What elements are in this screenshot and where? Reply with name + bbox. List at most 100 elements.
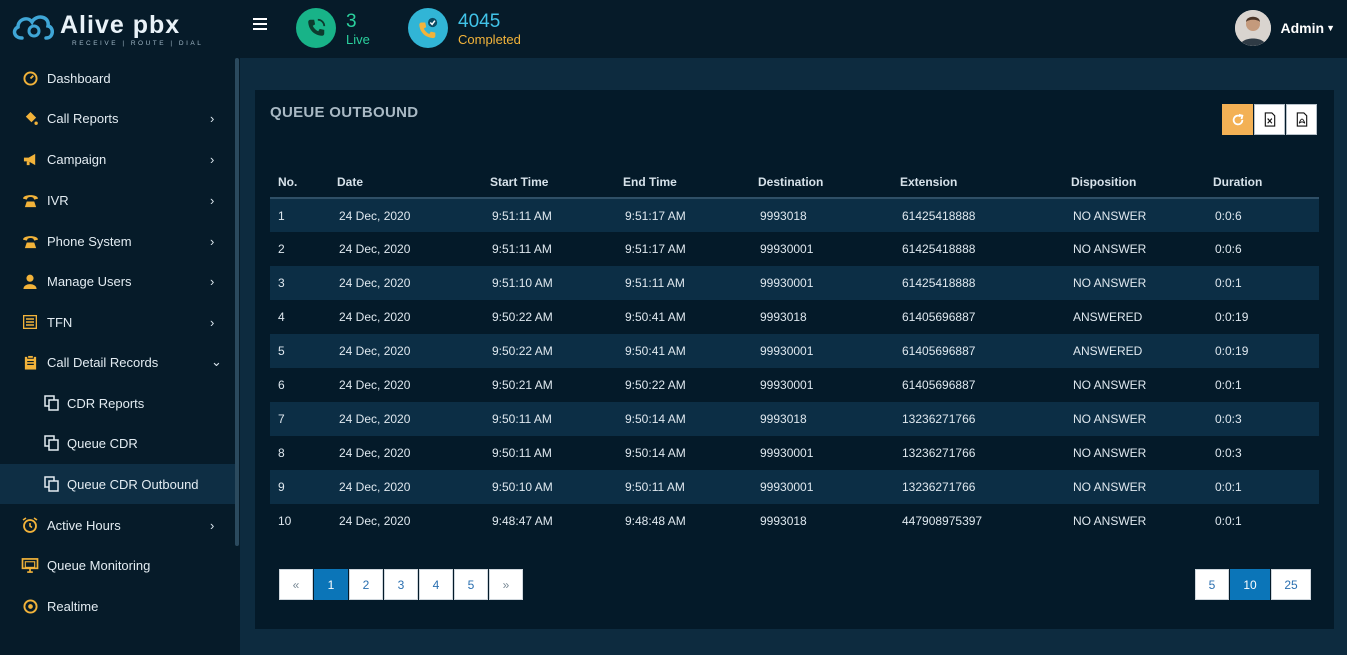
- sidebar-item-tfn[interactable]: TFN ›: [0, 302, 235, 342]
- sidebar-item-ivr[interactable]: IVR ›: [0, 180, 235, 220]
- pagination: « 1 2 3 4 5 »: [279, 569, 524, 600]
- completed-label: Completed: [458, 32, 521, 47]
- cell-duration: 0:0:3: [1205, 402, 1319, 436]
- page-size-25-button[interactable]: 25: [1271, 569, 1311, 600]
- sidebar-item-call-reports[interactable]: Call Reports ›: [0, 98, 235, 138]
- cell-destination: 99930001: [750, 368, 892, 402]
- cell-extension: 61425418888: [892, 232, 1063, 266]
- refresh-icon: [1232, 113, 1243, 125]
- cell-disposition: NO ANSWER: [1063, 470, 1205, 504]
- page-button-1[interactable]: 1: [314, 569, 348, 600]
- refresh-button[interactable]: [1222, 104, 1253, 135]
- column-header-no[interactable]: No.: [270, 166, 329, 199]
- cell-disposition: NO ANSWER: [1063, 368, 1205, 402]
- completed-count: 4045: [458, 11, 501, 32]
- cell-duration: 0:0:1: [1205, 266, 1319, 300]
- avatar: [1234, 10, 1271, 46]
- menu-toggle-icon[interactable]: [253, 18, 271, 36]
- page-title: QUEUE OUTBOUND: [270, 104, 419, 121]
- cell-destination: 9993018: [750, 198, 892, 232]
- cell-no: 4: [270, 300, 329, 334]
- sidebar-scrollbar[interactable]: [235, 58, 239, 546]
- sidebar-item-cdr-reports[interactable]: CDR Reports: [0, 383, 235, 423]
- column-header-start-time[interactable]: Start Time: [482, 166, 615, 199]
- table-row: 4 24 Dec, 2020 9:50:22 AM 9:50:41 AM 9993018…: [270, 300, 1319, 334]
- cell-date: 24 Dec, 2020: [329, 436, 482, 470]
- brand-name-part1: Alive: [60, 11, 125, 39]
- cell-date: 24 Dec, 2020: [329, 198, 482, 232]
- sidebar-item-call-detail-records[interactable]: Call Detail Records ⌄: [0, 342, 235, 382]
- cell-duration: 0:0:1: [1205, 504, 1319, 538]
- sidebar-item-label: Queue Monitoring: [47, 557, 151, 573]
- page-button-3[interactable]: 3: [384, 569, 418, 600]
- cell-no: 3: [270, 266, 329, 300]
- queue-outbound-table: No. Date Start Time End Time Destination…: [270, 166, 1319, 538]
- cell-start-time: 9:50:22 AM: [482, 334, 615, 368]
- sidebar-item-campaign[interactable]: Campaign ›: [0, 139, 235, 179]
- page-button-2[interactable]: 2: [349, 569, 383, 600]
- cell-disposition: ANSWERED: [1063, 334, 1205, 368]
- table-row: 10 24 Dec, 2020 9:48:47 AM 9:48:48 AM 999301…: [270, 504, 1319, 538]
- brand-logo[interactable]: Alive pbx RECEIVE | ROUTE | DIAL: [10, 8, 240, 50]
- pagination-next-button[interactable]: »: [489, 569, 523, 600]
- cell-end-time: 9:50:14 AM: [615, 436, 750, 470]
- column-header-disposition[interactable]: Disposition: [1063, 166, 1205, 199]
- cell-start-time: 9:51:11 AM: [482, 232, 615, 266]
- sidebar-item-active-hours[interactable]: Active Hours ›: [0, 505, 235, 545]
- page-size-5-button[interactable]: 5: [1195, 569, 1229, 600]
- export-excel-button[interactable]: [1254, 104, 1285, 135]
- cell-start-time: 9:50:21 AM: [482, 368, 615, 402]
- cell-extension: 61425418888: [892, 198, 1063, 232]
- cell-destination: 9993018: [750, 402, 892, 436]
- chevron-right-icon: ›: [210, 192, 215, 208]
- column-header-destination[interactable]: Destination: [750, 166, 892, 199]
- sidebar-item-label: Active Hours: [47, 517, 121, 533]
- page-size-10-button[interactable]: 10: [1230, 569, 1270, 600]
- table-row: 9 24 Dec, 2020 9:50:10 AM 9:50:11 AM 9993000…: [270, 470, 1319, 504]
- page-button-4[interactable]: 4: [419, 569, 453, 600]
- table-row: 2 24 Dec, 2020 9:51:11 AM 9:51:17 AM 9993000…: [270, 232, 1319, 266]
- export-pdf-button[interactable]: [1286, 104, 1317, 135]
- cell-no: 8: [270, 436, 329, 470]
- column-header-date[interactable]: Date: [329, 166, 482, 199]
- cell-no: 2: [270, 232, 329, 266]
- list-icon: [21, 313, 39, 331]
- sidebar-item-label: IVR: [47, 192, 69, 208]
- sidebar-item-label: Campaign: [47, 151, 107, 167]
- copy-icon: [42, 475, 60, 493]
- cell-no: 6: [270, 368, 329, 402]
- cell-disposition: ANSWERED: [1063, 300, 1205, 334]
- sidebar-item-dashboard[interactable]: Dashboard: [0, 58, 235, 98]
- table-row: 8 24 Dec, 2020 9:50:11 AM 9:50:14 AM 9993000…: [270, 436, 1319, 470]
- page-button-5[interactable]: 5: [454, 569, 488, 600]
- sidebar-item-queue-monitoring[interactable]: Queue Monitoring: [0, 545, 235, 585]
- sidebar-item-manage-users[interactable]: Manage Users ›: [0, 261, 235, 301]
- column-header-end-time[interactable]: End Time: [615, 166, 750, 199]
- cell-start-time: 9:50:11 AM: [482, 402, 615, 436]
- chevron-right-icon: ›: [210, 233, 215, 249]
- sidebar-item-label: Manage Users: [47, 273, 132, 289]
- sidebar-item-queue-cdr[interactable]: Queue CDR: [0, 423, 235, 463]
- cell-disposition: NO ANSWER: [1063, 504, 1205, 538]
- excel-file-icon: [1264, 112, 1275, 127]
- sidebar-item-phone-system[interactable]: Phone System ›: [0, 221, 235, 261]
- sidebar-item-realtime[interactable]: Realtime: [0, 586, 235, 626]
- cell-disposition: NO ANSWER: [1063, 436, 1205, 470]
- cell-extension: 61405696887: [892, 334, 1063, 368]
- table-row: 5 24 Dec, 2020 9:50:22 AM 9:50:41 AM 9993000…: [270, 334, 1319, 368]
- column-header-duration[interactable]: Duration: [1205, 166, 1319, 199]
- clipboard-icon: [21, 353, 39, 371]
- sidebar-item-queue-cdr-outbound[interactable]: Queue CDR Outbound: [0, 464, 235, 504]
- user-menu[interactable]: Admin ▼: [1234, 10, 1335, 46]
- cell-destination: 99930001: [750, 334, 892, 368]
- cell-extension: 13236271766: [892, 436, 1063, 470]
- paint-bucket-icon: [21, 109, 39, 127]
- completed-phone-icon: [408, 8, 448, 48]
- cell-extension: 13236271766: [892, 402, 1063, 436]
- cell-start-time: 9:50:10 AM: [482, 470, 615, 504]
- cell-date: 24 Dec, 2020: [329, 402, 482, 436]
- pagination-prev-button[interactable]: «: [279, 569, 313, 600]
- cell-end-time: 9:51:17 AM: [615, 198, 750, 232]
- realtime-icon: [21, 597, 39, 615]
- column-header-extension[interactable]: Extension: [892, 166, 1063, 199]
